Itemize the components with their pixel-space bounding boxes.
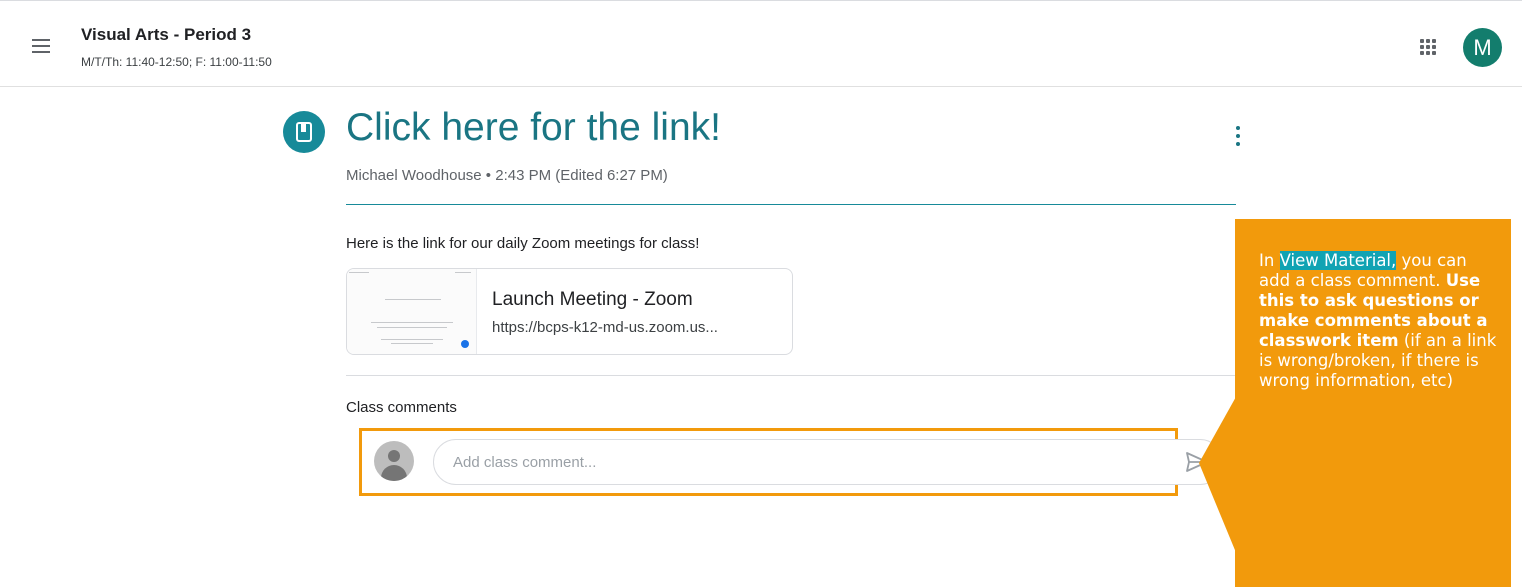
class-comment-input[interactable] <box>433 439 1223 485</box>
class-comments-label: Class comments <box>346 399 457 416</box>
section-divider <box>346 375 1236 376</box>
attachment-thumbnail <box>347 269 477 354</box>
top-app-bar: Visual Arts - Period 3 M/T/Th: 11:40-12:… <box>0 0 1522 87</box>
attachment-card[interactable]: Launch Meeting - Zoom https://bcps-k12-m… <box>346 268 793 355</box>
user-placeholder-icon <box>374 441 414 481</box>
attachment-title: Launch Meeting - Zoom <box>492 289 693 310</box>
attachment-url: https://bcps-k12-md-us.zoom.us... <box>492 319 718 336</box>
menu-icon[interactable] <box>32 39 54 55</box>
post-body: Here is the link for our daily Zoom meet… <box>346 235 700 252</box>
post-title: Click here for the link! <box>346 106 721 149</box>
callout-pointer <box>1199 395 1237 555</box>
book-icon <box>283 111 325 153</box>
class-schedule: M/T/Th: 11:40-12:50; F: 11:00-11:50 <box>81 55 272 69</box>
callout-highlight: View Material, <box>1279 251 1397 270</box>
apps-grid-icon[interactable] <box>1416 35 1440 59</box>
post-meta: Michael Woodhouse • 2:43 PM (Edited 6:27… <box>346 167 668 184</box>
tutorial-callout: In View Material, you can add a class co… <box>1235 219 1511 587</box>
title-divider <box>346 204 1236 205</box>
account-avatar[interactable]: M <box>1463 28 1502 67</box>
class-title[interactable]: Visual Arts - Period 3 <box>81 25 251 45</box>
callout-prefix: In <box>1259 251 1280 270</box>
more-vert-icon[interactable] <box>1228 124 1248 148</box>
